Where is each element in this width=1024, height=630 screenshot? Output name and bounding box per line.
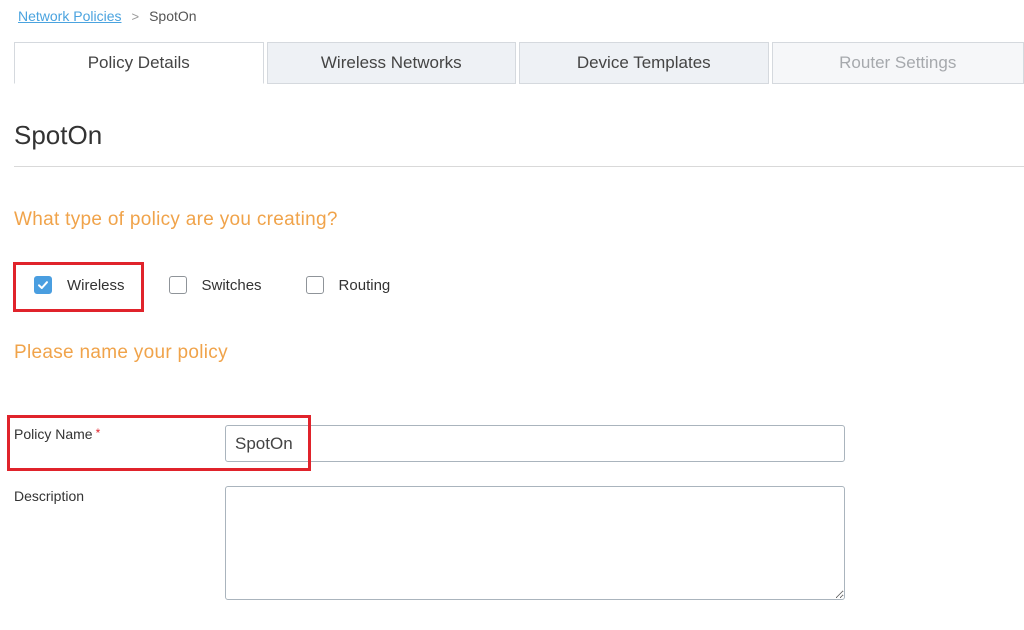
switches-label: Switches — [201, 276, 262, 294]
description-textarea[interactable] — [225, 486, 845, 600]
routing-option[interactable]: Routing — [305, 276, 391, 294]
policy-name-label-text: Policy Name — [14, 426, 93, 442]
network-policy-page: Network Policies > SpotOn Policy Details… — [0, 0, 1024, 630]
checkmark-icon — [38, 281, 48, 289]
title-divider — [14, 166, 1024, 167]
switches-option[interactable]: Switches — [168, 276, 262, 294]
chevron-right-icon: > — [131, 8, 140, 24]
tab-device-templates[interactable]: Device Templates — [519, 42, 769, 84]
switches-checkbox[interactable] — [168, 276, 187, 294]
tab-policy-details[interactable]: Policy Details — [14, 42, 264, 84]
breadcrumb: Network Policies > SpotOn — [18, 8, 197, 24]
routing-checkbox[interactable] — [305, 276, 324, 294]
tab-wireless-networks[interactable]: Wireless Networks — [266, 42, 516, 84]
policy-name-label: Policy Name * — [14, 426, 100, 442]
policy-name-input[interactable] — [225, 425, 845, 462]
description-label: Description — [14, 488, 85, 504]
policy-type-options: Wireless Switches Routing — [34, 276, 434, 294]
policy-tabs: Policy Details Wireless Networks Device … — [14, 42, 1024, 84]
wireless-checkbox[interactable] — [34, 276, 52, 294]
page-title: SpotOn — [14, 120, 103, 150]
policy-naming-heading: Please name your policy — [14, 342, 228, 363]
policy-type-heading: What type of policy are you creating? — [14, 209, 338, 230]
routing-label: Routing — [338, 276, 391, 294]
breadcrumb-current: SpotOn — [149, 8, 197, 24]
required-marker: * — [95, 426, 101, 440]
wireless-label: Wireless — [67, 276, 125, 294]
breadcrumb-network-policies-link[interactable]: Network Policies — [18, 8, 121, 24]
tab-router-settings: Router Settings — [771, 42, 1024, 84]
wireless-option[interactable]: Wireless — [34, 276, 125, 294]
